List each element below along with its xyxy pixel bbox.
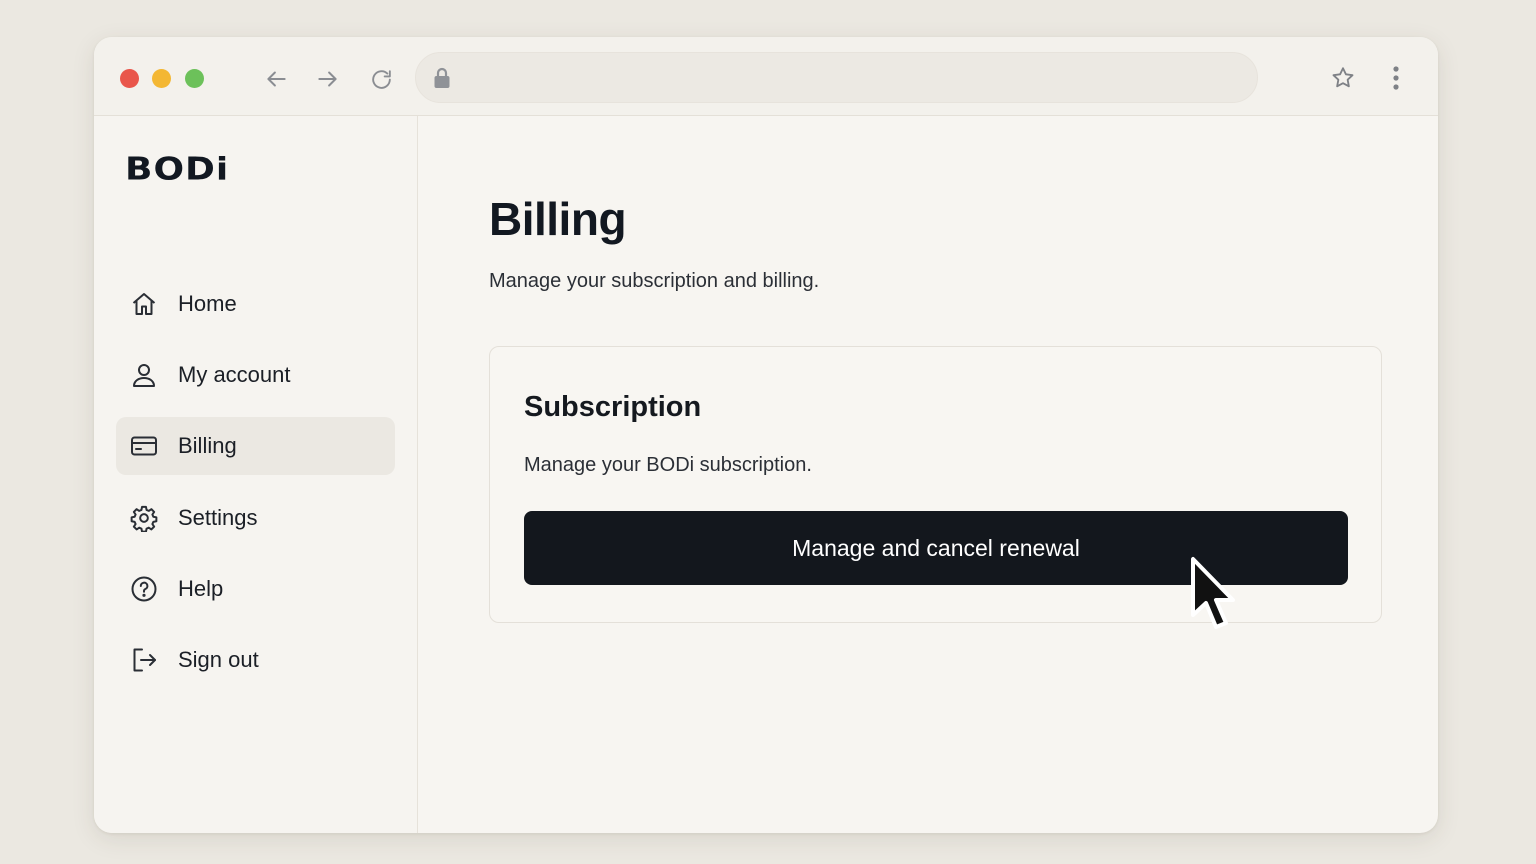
address-bar[interactable] [415, 52, 1258, 103]
star-icon [1332, 67, 1354, 88]
sidebar-item-settings[interactable]: Settings [116, 489, 395, 547]
kebab-menu-icon [1393, 66, 1399, 90]
browser-toolbar [94, 37, 1438, 116]
sidebar-item-label: Sign out [178, 647, 259, 672]
sidebar-item-home[interactable]: Home [116, 275, 395, 333]
subscription-card: Subscription Manage your BODi subscripti… [489, 346, 1382, 623]
sidebar-item-sign-out[interactable]: Sign out [116, 631, 395, 689]
browser-menu-button[interactable] [1381, 63, 1411, 93]
page-title: Billing [489, 193, 627, 245]
bodi-logo[interactable]: BODi [125, 152, 229, 187]
gear-icon [130, 505, 158, 532]
sidebar-item-billing[interactable]: Billing [116, 417, 395, 475]
forward-button[interactable] [313, 64, 343, 94]
home-icon [132, 293, 156, 315]
sidebar-item-label: Home [178, 291, 237, 316]
card-description: Manage your BODi subscription. [524, 454, 812, 476]
main-content: Billing Manage your subscription and bil… [419, 116, 1438, 833]
bookmark-button[interactable] [1328, 63, 1358, 93]
sidebar-item-label: Help [178, 576, 224, 601]
mouse-pointer-icon [1191, 557, 1235, 629]
credit-card-icon [131, 436, 157, 456]
sidebar-item-label: Settings [178, 505, 258, 530]
address-input[interactable] [462, 53, 1222, 102]
user-icon [133, 364, 155, 387]
sidebar-item-label: My account [178, 362, 291, 387]
reload-button[interactable] [366, 64, 396, 94]
help-circle-icon [131, 576, 157, 602]
back-button[interactable] [261, 64, 291, 94]
reload-icon [371, 69, 391, 89]
close-window-button[interactable] [120, 69, 139, 88]
back-arrow-icon [267, 71, 286, 87]
maximize-window-button[interactable] [185, 69, 204, 88]
lock-icon [434, 67, 450, 88]
card-title: Subscription [524, 391, 702, 423]
sidebar-item-label: Billing [178, 433, 237, 458]
sidebar-item-help[interactable]: Help [116, 560, 395, 618]
forward-arrow-icon [318, 71, 337, 87]
sidebar: BODi Home My account Billing Settings He… [94, 116, 418, 833]
sign-out-icon [133, 648, 156, 672]
page-subtitle: Manage your subscription and billing. [489, 270, 820, 292]
browser-window: BODi Home My account Billing Settings He… [94, 37, 1438, 833]
sidebar-item-my-account[interactable]: My account [116, 346, 395, 404]
minimize-window-button[interactable] [152, 69, 171, 88]
